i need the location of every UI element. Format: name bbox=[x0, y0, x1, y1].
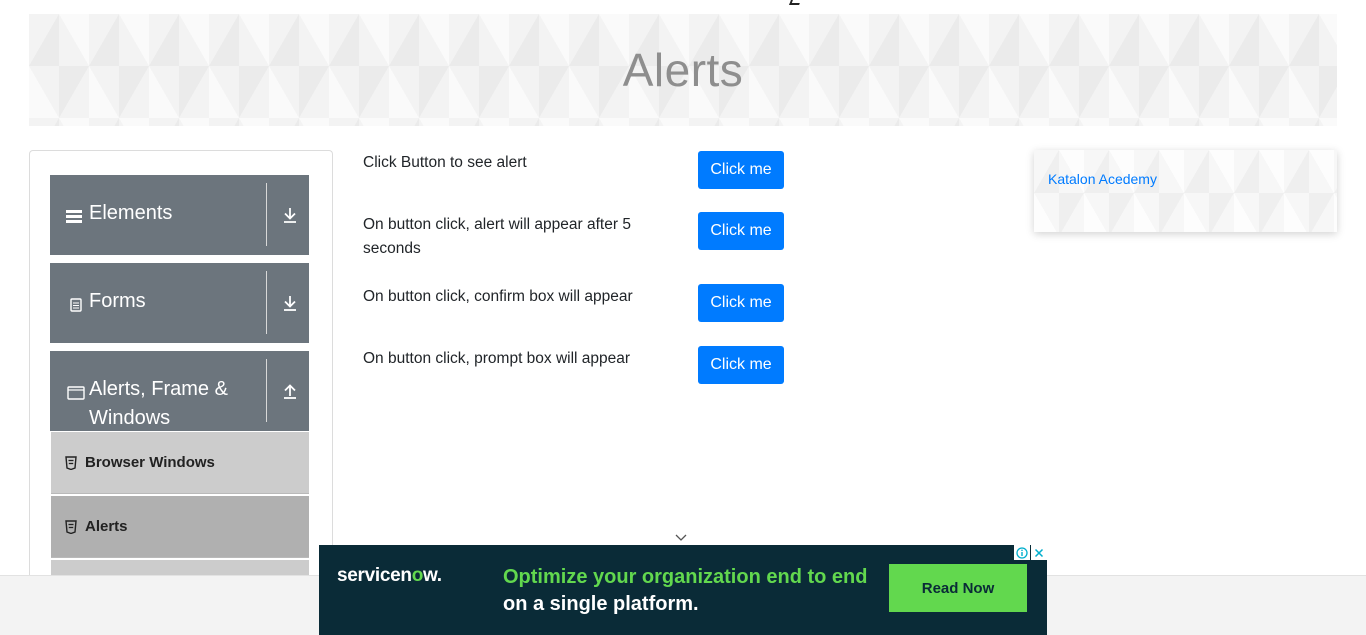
upload-arrow-icon bbox=[284, 384, 296, 399]
sidebar-item-label: Alerts bbox=[85, 518, 128, 535]
document-icon bbox=[70, 298, 82, 312]
sidebar: Elements Forms Alerts, Frame & Windows B… bbox=[29, 150, 333, 580]
katalon-academy-link[interactable]: Katalon Acedemy bbox=[1048, 171, 1157, 187]
timer-alert-button[interactable]: Click me bbox=[698, 212, 784, 250]
prompt-description: On button click, prompt box will appear bbox=[363, 350, 631, 367]
advertisement-banner[interactable]: servicenow. Optimize your organization e… bbox=[319, 545, 1047, 635]
download-arrow-icon bbox=[284, 208, 296, 223]
sidebar-group-forms[interactable]: Forms bbox=[50, 263, 309, 343]
prompt-button[interactable]: Click me bbox=[698, 346, 784, 384]
timer-alert-description: On button click, alert will appear after… bbox=[363, 216, 631, 257]
sidebar-group-label-line2: Windows bbox=[89, 407, 171, 429]
logo-dot: o bbox=[411, 565, 424, 586]
sidebar-group-label: Elements bbox=[89, 202, 173, 224]
sidebar-group-label-line1: Alerts, Frame & bbox=[89, 378, 228, 400]
confirm-description: On button click, confirm box will appear bbox=[363, 288, 633, 305]
download-arrow-icon bbox=[284, 296, 296, 311]
sidebar-item-browser-windows[interactable]: Browser Windows bbox=[51, 432, 309, 494]
ad-headline: Optimize your organization end to end on… bbox=[503, 564, 883, 618]
divider bbox=[266, 183, 267, 246]
logo-suffix: w. bbox=[423, 565, 442, 586]
sidebar-group-label: Alerts, Frame & Windows bbox=[89, 375, 228, 433]
page: Alerts Elements Forms Alerts, Frame & Wi… bbox=[0, 0, 1366, 635]
sidebar-item-label: Browser Windows bbox=[85, 454, 215, 471]
mouse-cursor-icon bbox=[789, 0, 801, 5]
sidebar-item-alerts[interactable]: Alerts bbox=[51, 496, 309, 558]
hamburger-icon bbox=[66, 203, 86, 225]
alert-description: Click Button to see alert bbox=[363, 154, 527, 171]
ad-choices-icon[interactable] bbox=[1014, 545, 1030, 560]
alert-button[interactable]: Click me bbox=[698, 151, 784, 189]
page-banner: Alerts bbox=[29, 14, 1337, 126]
page-title: Alerts bbox=[622, 44, 744, 96]
logo-prefix: servicen bbox=[337, 565, 412, 586]
sidebar-group-alerts-frame-windows[interactable]: Alerts, Frame & Windows bbox=[50, 351, 309, 431]
servicenow-logo: servicenow. bbox=[337, 565, 442, 587]
confirm-button[interactable]: Click me bbox=[698, 284, 784, 322]
sidebar-group-elements[interactable]: Elements bbox=[50, 175, 309, 255]
katalon-card: Katalon Acedemy bbox=[1034, 150, 1337, 232]
html5-icon bbox=[65, 519, 77, 534]
ad-headline-highlight: Optimize your organization end to end bbox=[503, 566, 868, 588]
read-now-button[interactable]: Read Now bbox=[889, 564, 1027, 612]
html5-icon bbox=[65, 455, 77, 470]
window-icon bbox=[67, 386, 85, 400]
divider bbox=[266, 359, 267, 422]
sidebar-group-label: Forms bbox=[89, 290, 146, 312]
chevron-down-icon[interactable] bbox=[674, 530, 688, 544]
close-icon[interactable] bbox=[1031, 545, 1047, 560]
divider bbox=[266, 271, 267, 334]
ad-headline-rest: on a single platform. bbox=[503, 593, 699, 615]
